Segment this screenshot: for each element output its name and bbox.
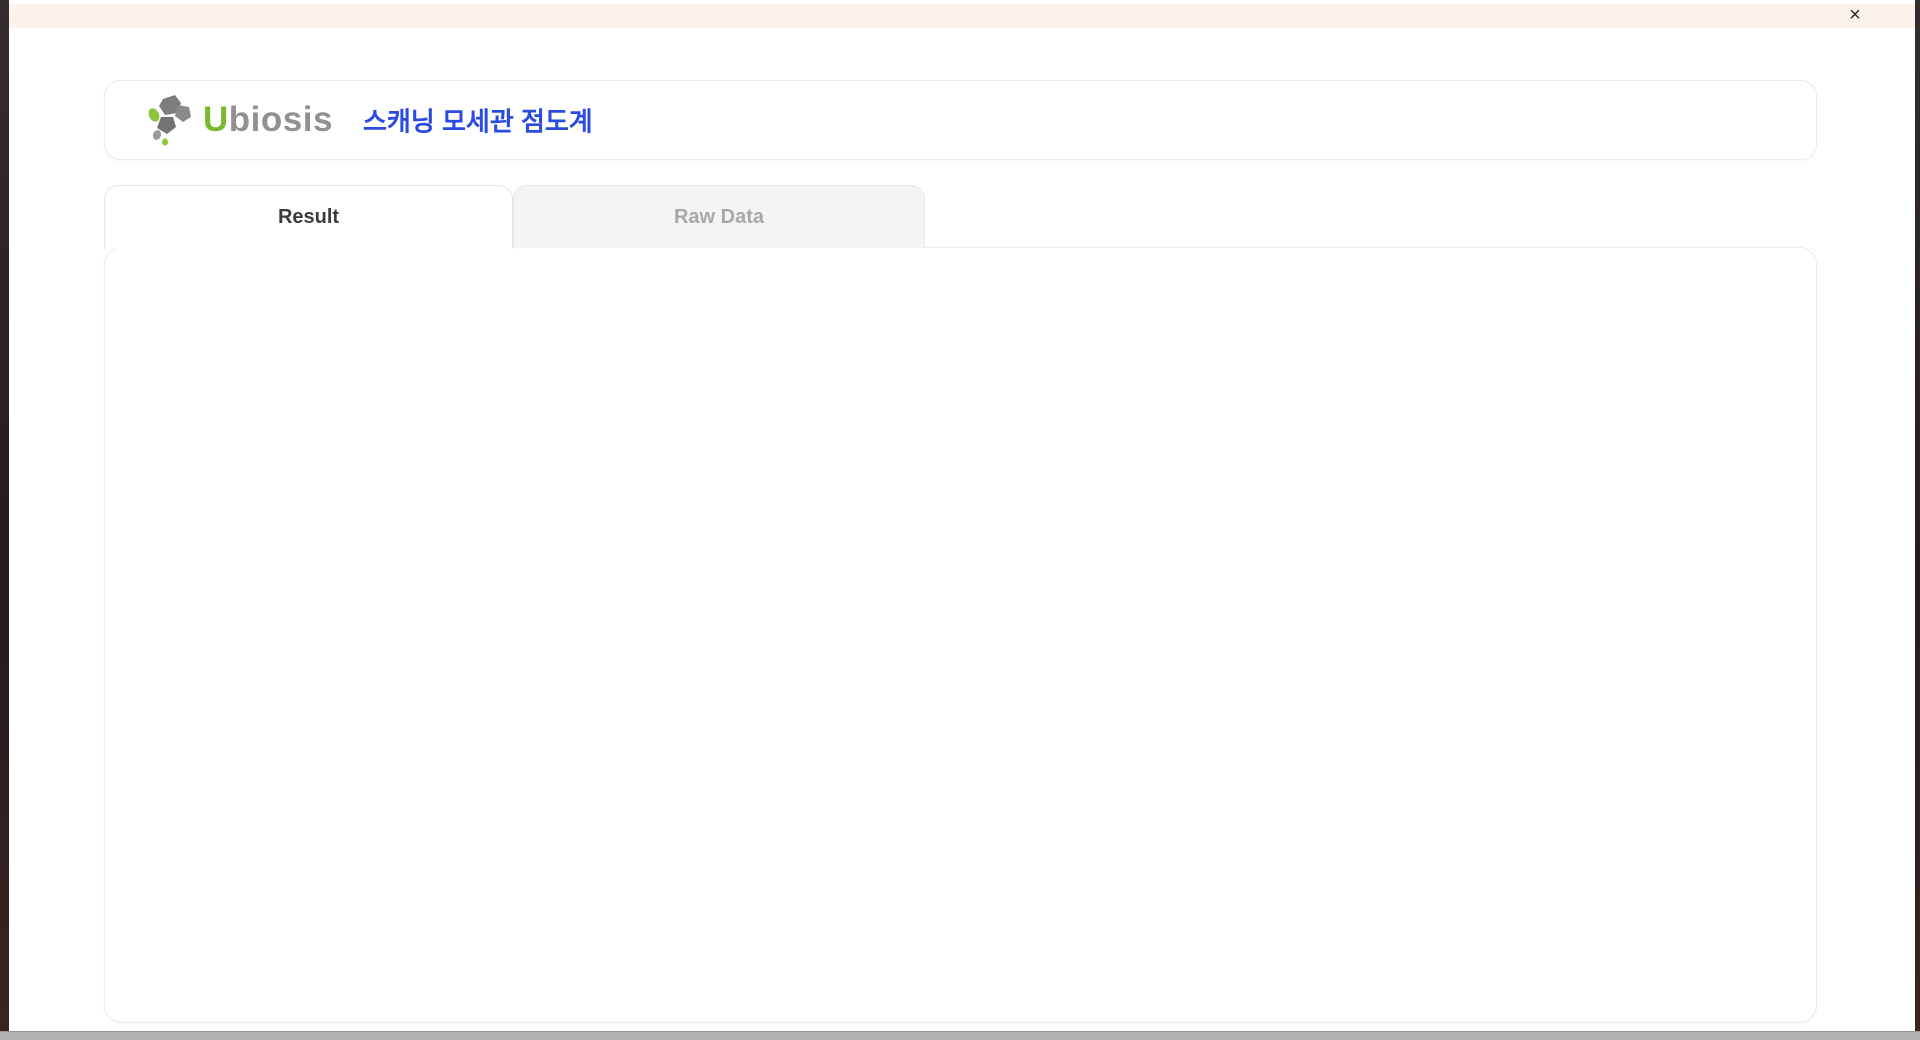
brand-logo-icon: [148, 95, 191, 146]
close-icon[interactable]: ×: [1843, 4, 1867, 28]
page-title: 스캐닝 모세관 점도계: [363, 106, 593, 137]
window-titlebar: ×: [9, 4, 1915, 28]
brand-logo: Ubiosis: [145, 93, 333, 147]
brand-name: Ubiosis: [203, 100, 333, 140]
main-content-card: [104, 247, 1817, 1023]
brand-letter-u: U: [203, 100, 229, 139]
header-card: Ubiosis 스캐닝 모세관 점도계: [104, 80, 1817, 160]
tab-raw-data[interactable]: Raw Data: [513, 185, 925, 248]
tab-result[interactable]: Result: [104, 185, 513, 249]
app-window: × Ubiosis 스캐닝 모세관 점도계 Result Raw Data: [9, 0, 1915, 1031]
brand-rest: biosis: [228, 100, 333, 139]
taskbar-edge: [0, 1031, 1920, 1040]
